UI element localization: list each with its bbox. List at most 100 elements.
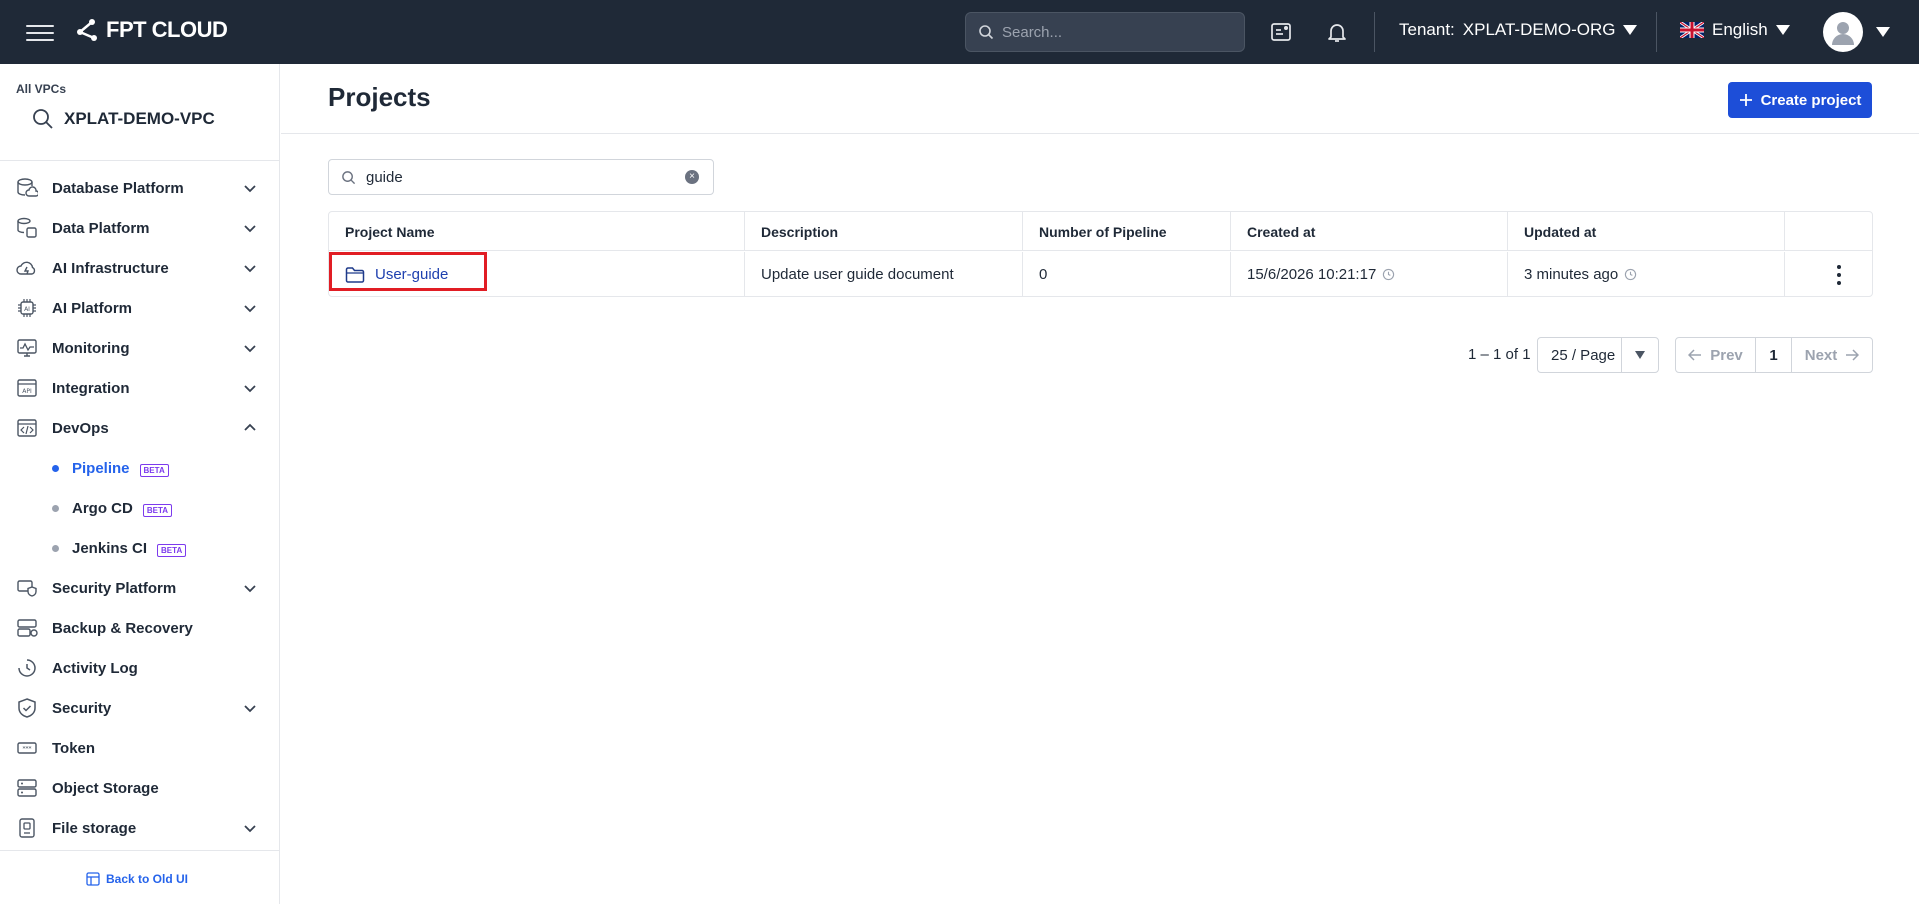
user-menu-caret-icon[interactable]	[1876, 27, 1890, 37]
cell-created-at: 15/6/2026 10:21:17	[1231, 252, 1508, 297]
table-row: User-guide Update user guide document 0 …	[329, 252, 1872, 297]
brand-logo[interactable]: FPT CLOUD	[72, 16, 228, 44]
prev-label: Prev	[1710, 346, 1743, 364]
sidebar-item-monitoring[interactable]: Monitoring	[0, 328, 280, 368]
sidebar-item-argo-cd[interactable]: Argo CD BETA	[0, 488, 280, 528]
clock-icon	[1625, 268, 1637, 281]
beta-badge: BETA	[157, 543, 187, 557]
project-search[interactable]: ×	[328, 159, 714, 195]
sidebar-item-file-storage[interactable]: File storage	[0, 808, 280, 848]
vpc-name: XPLAT-DEMO-VPC	[64, 109, 215, 128]
beta-badge: BETA	[142, 503, 173, 517]
sidebar-item-label: Object Storage	[52, 779, 159, 797]
sidebar-item-ai-infrastructure[interactable]: AI Infrastructure	[0, 248, 280, 288]
tenant-selector[interactable]: Tenant: XPLAT-DEMO-ORG	[1399, 20, 1638, 40]
page-header: Projects Create project	[281, 64, 1919, 134]
sidebar-item-label: Token	[52, 739, 96, 757]
page-title: Projects	[328, 82, 431, 112]
project-search-input[interactable]	[366, 168, 666, 186]
prev-page-button[interactable]: Prev	[1676, 338, 1756, 372]
storage-icon	[16, 777, 38, 799]
create-project-button[interactable]: Create project	[1728, 82, 1872, 118]
chevron-down-icon	[244, 825, 256, 833]
api-icon: API	[16, 377, 38, 399]
sidebar-item-pipeline[interactable]: Pipeline BETA	[0, 448, 280, 488]
next-label: Next	[1804, 346, 1838, 364]
uk-flag-icon	[1680, 22, 1704, 38]
sidebar-subitem-label: Pipeline BETA	[72, 460, 169, 477]
sidebar-item-data-platform[interactable]: Data Platform	[0, 208, 280, 248]
vpc-label: All VPCs	[16, 82, 67, 96]
column-header-description[interactable]: Description	[745, 212, 1023, 251]
sidebar-item-backup-recovery[interactable]: Backup & Recovery	[0, 608, 280, 648]
column-header-updated-at[interactable]: Updated at	[1508, 212, 1785, 251]
cell-pipelines: 0	[1023, 252, 1231, 297]
search-icon	[33, 109, 53, 129]
column-header-pipelines[interactable]: Number of Pipeline	[1023, 212, 1231, 251]
search-icon	[342, 170, 356, 184]
chevron-down-icon	[244, 585, 256, 593]
updated-at-value: 3 minutes ago	[1524, 266, 1619, 283]
news-icon[interactable]	[1267, 18, 1295, 46]
next-page-button[interactable]: Next	[1792, 338, 1872, 372]
layout-icon	[86, 872, 100, 886]
sidebar-item-security-platform[interactable]: Security Platform	[0, 568, 280, 608]
language-selector[interactable]: English	[1680, 20, 1790, 40]
sidebar-item-label: Integration	[52, 379, 130, 397]
cell-updated-at: 3 minutes ago	[1508, 252, 1785, 297]
sidebar-divider	[0, 850, 280, 851]
page-number-button[interactable]: 1	[1756, 338, 1792, 372]
tenant-label: Tenant:	[1399, 20, 1455, 39]
active-dot	[52, 464, 59, 472]
back-to-old-ui-link[interactable]: Back to Old UI	[86, 872, 188, 886]
pagination: Prev 1 Next	[1675, 337, 1873, 373]
backup-icon	[16, 617, 38, 639]
sidebar-item-activity-log[interactable]: Activity Log	[0, 648, 280, 688]
ai-chip-icon: AI	[16, 297, 38, 319]
projects-table: Project Name Description Number of Pipel…	[328, 211, 1873, 297]
sidebar-item-token[interactable]: *** Token	[0, 728, 280, 768]
devops-icon	[16, 417, 38, 439]
sidebar-item-label: Security	[52, 699, 112, 717]
fpt-logo-icon	[77, 19, 97, 41]
bell-icon[interactable]	[1323, 18, 1351, 46]
column-header-project-name[interactable]: Project Name	[329, 212, 745, 251]
sidebar-item-ai-platform[interactable]: AI AI Platform	[0, 288, 280, 328]
sidebar-item-security[interactable]: Security	[0, 688, 280, 728]
chevron-down-icon	[244, 705, 256, 713]
sidebar-subitem-label: Jenkins CI BETA	[72, 540, 187, 557]
caret-down-icon	[1622, 351, 1658, 359]
caret-down-icon	[1775, 25, 1790, 35]
page-size-select[interactable]: 25 / Page	[1537, 337, 1659, 373]
topbar-divider	[1374, 12, 1375, 52]
dot-icon	[52, 544, 59, 552]
sidebar-item-integration[interactable]: API Integration	[0, 368, 280, 408]
sidebar-item-label: Monitoring	[52, 339, 130, 357]
dot-icon	[52, 504, 59, 512]
sidebar-subitem-label: Argo CD BETA	[72, 500, 173, 517]
user-avatar[interactable]	[1823, 12, 1863, 52]
ai-infra-icon	[16, 257, 38, 279]
more-options-icon[interactable]	[1805, 252, 1873, 297]
monitor-icon	[16, 337, 38, 359]
tenant-value: XPLAT-DEMO-ORG	[1462, 20, 1616, 39]
clock-icon	[16, 657, 38, 679]
menu-icon[interactable]	[26, 20, 54, 44]
brand-name: FPT CLOUD	[106, 17, 228, 42]
search-icon	[979, 25, 994, 40]
sidebar-item-label: AI Infrastructure	[52, 259, 169, 277]
global-search-input[interactable]	[1002, 23, 1222, 41]
sidebar-item-label: Database Platform	[52, 179, 184, 197]
vpc-selector[interactable]: XPLAT-DEMO-VPC	[32, 108, 215, 130]
sidebar-item-devops[interactable]: DevOps	[0, 408, 280, 448]
file-storage-icon	[16, 817, 38, 839]
beta-badge: BETA	[139, 463, 169, 477]
sidebar-item-database-platform[interactable]: Database Platform	[0, 168, 280, 208]
sidebar-item-object-storage[interactable]: Object Storage	[0, 768, 280, 808]
sidebar-item-jenkins-ci[interactable]: Jenkins CI BETA	[0, 528, 280, 568]
sidebar-item-label: DevOps	[52, 419, 109, 437]
clear-icon[interactable]: ×	[685, 170, 699, 184]
sidebar-item-label: File storage	[52, 819, 137, 837]
global-search[interactable]	[965, 12, 1245, 52]
column-header-created-at[interactable]: Created at	[1231, 212, 1508, 251]
